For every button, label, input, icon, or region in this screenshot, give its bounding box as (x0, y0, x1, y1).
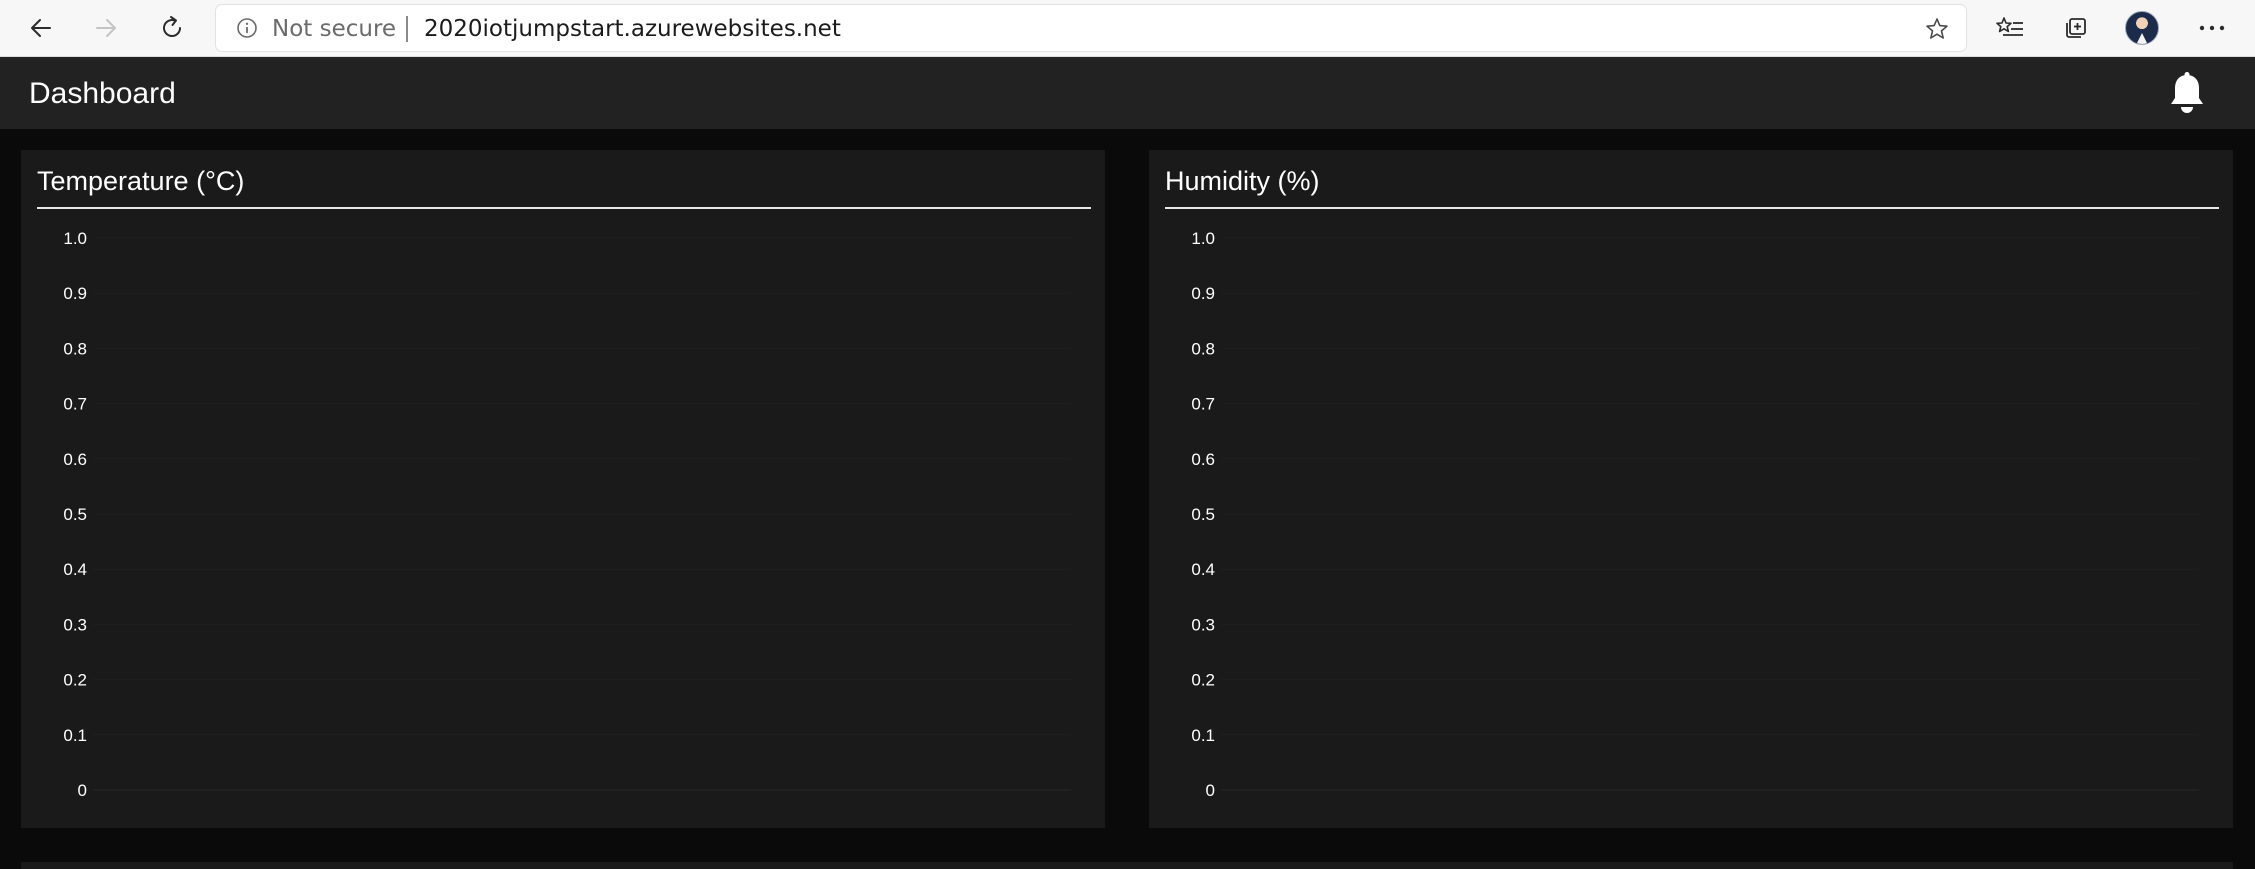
security-status[interactable]: Not secure (272, 18, 396, 41)
temperature-chart-panel: Temperature (°C) 1.0 0.9 0.8 0.7 0.6 0.5 0.4 0.… (21, 150, 1105, 828)
y-tick-label: 0.2 (63, 671, 87, 690)
bell-icon[interactable] (2166, 71, 2208, 115)
y-tick-label: 0 (78, 781, 87, 800)
forward-button[interactable] (86, 8, 126, 48)
profile-avatar[interactable] (2125, 11, 2159, 45)
humidity-chart-panel: Humidity (%) 1.0 0.9 0.8 0.7 0.6 0.5 0.4 0.3 0.2… (1149, 150, 2233, 828)
y-tick-label: 0.8 (1191, 339, 1215, 358)
y-tick-label: 0.3 (63, 615, 87, 634)
refresh-button[interactable] (152, 8, 192, 48)
temperature-chart: 1.0 0.9 0.8 0.7 0.6 0.5 0.4 0.3 0.2 0.1 0 (63, 229, 1071, 800)
y-tick-label: 0.7 (63, 395, 87, 414)
y-tick-label: 0.3 (1191, 615, 1215, 634)
y-tick-label: 0 (1206, 781, 1215, 800)
page-title: Dashboard (29, 77, 176, 110)
favorites-icon (1996, 17, 2023, 36)
y-tick-label: 0.6 (63, 450, 87, 469)
y-tick-label: 0.4 (63, 560, 87, 579)
y-tick-label: 1.0 (1191, 229, 1215, 248)
forward-arrow-icon (96, 19, 116, 37)
collections-button[interactable] (2056, 8, 2096, 48)
y-tick-label: 0.6 (1191, 450, 1215, 469)
back-button[interactable] (21, 8, 61, 48)
y-tick-label: 0.9 (63, 284, 87, 303)
address-bar[interactable]: Not secure 2020iotjumpstart.azurewebsite… (216, 5, 1966, 51)
y-tick-label: 0.7 (1191, 395, 1215, 414)
y-tick-label: 0.4 (1191, 560, 1215, 579)
favorites-button[interactable] (1990, 8, 2030, 48)
collections-icon (2066, 18, 2086, 38)
y-tick-label: 0.8 (63, 339, 87, 358)
y-tick-label: 0.1 (63, 726, 87, 745)
back-arrow-icon (31, 19, 51, 37)
y-tick-label: 1.0 (63, 229, 87, 248)
humidity-chart: 1.0 0.9 0.8 0.7 0.6 0.5 0.4 0.3 0.2 0.1 0 (1191, 229, 2199, 800)
more-button[interactable] (2192, 8, 2232, 48)
y-tick-label: 0.1 (1191, 726, 1215, 745)
app-header: Dashboard (0, 57, 2255, 129)
y-tick-label: 0.2 (1191, 671, 1215, 690)
info-icon[interactable] (236, 17, 258, 39)
star-icon[interactable] (1924, 16, 1950, 42)
y-tick-label: 0.9 (1191, 284, 1215, 303)
more-icon (2199, 25, 2225, 31)
next-panel-edge (21, 862, 2233, 869)
refresh-icon (163, 16, 181, 37)
browser-toolbar: Not secure 2020iotjumpstart.azurewebsite… (0, 0, 2255, 57)
url-text[interactable]: 2020iotjumpstart.azurewebsites.net (424, 18, 841, 41)
y-tick-label: 0.5 (63, 505, 87, 524)
address-divider (406, 16, 408, 42)
y-tick-label: 0.5 (1191, 505, 1215, 524)
